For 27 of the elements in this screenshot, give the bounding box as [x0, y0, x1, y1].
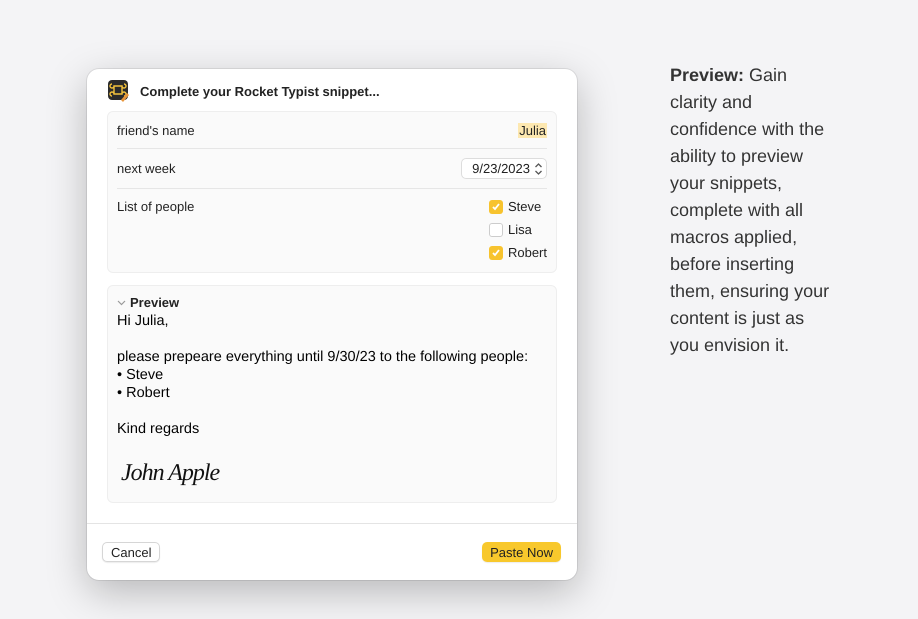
dialog-title: Complete your Rocket Typist snippet...: [140, 84, 380, 98]
name-value[interactable]: Julia: [518, 122, 547, 138]
date-stepper[interactable]: 9/23/2023: [461, 158, 547, 179]
preview-toggle[interactable]: Preview: [117, 295, 180, 310]
signature: John Apple: [120, 459, 221, 488]
checkbox[interactable]: [488, 200, 503, 214]
preview-text: Kind regards: [117, 420, 200, 438]
chevron-icon: [117, 298, 126, 307]
app-icon: [108, 80, 130, 102]
preview-text: • Steve: [117, 366, 164, 384]
check-icon: [490, 248, 501, 258]
preview-text: please prepeare everything until 9/30/23 to the following people:: [117, 348, 530, 366]
preview-text: • Robert: [117, 384, 171, 402]
check-icon: [490, 202, 501, 212]
field-label: next week: [117, 161, 176, 176]
stepper-icon[interactable]: [534, 162, 543, 176]
cancel-button[interactable]: Cancel: [102, 542, 160, 562]
preview-text: Hi Julia,: [117, 312, 170, 330]
checkbox[interactable]: [488, 246, 503, 260]
option-label: Lisa: [508, 222, 532, 237]
feature-description: Preview: Gain clarity and confidence with the ability to preview your snippets, complete with all macros applied, before inserting them, ensuring your content is just as you envision it.: [670, 64, 830, 357]
option-label: Steve: [508, 199, 542, 214]
checkbox[interactable]: [488, 222, 503, 236]
field-label: friend's name: [117, 122, 195, 138]
option-label: Robert: [508, 245, 547, 260]
paste-button[interactable]: Paste Now: [482, 542, 561, 562]
field-label: List of people: [117, 199, 194, 214]
